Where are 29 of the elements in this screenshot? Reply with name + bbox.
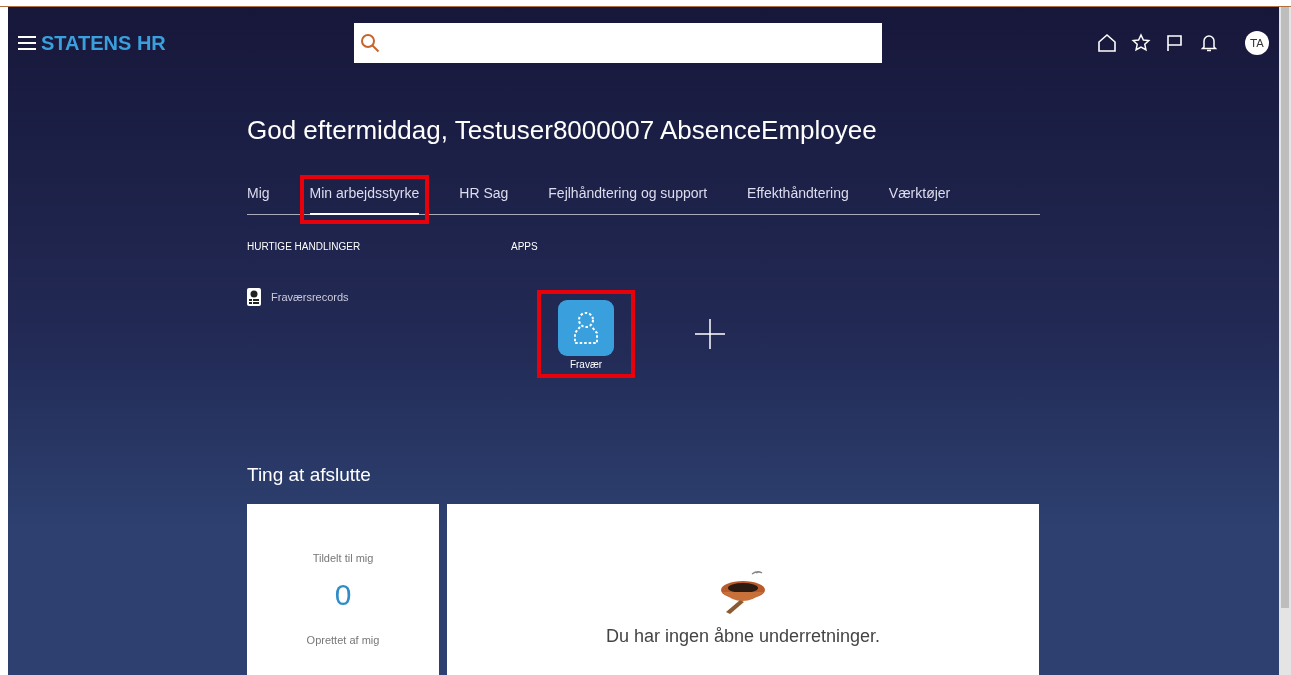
- section-heading: APPS: [511, 241, 539, 252]
- nav-tab[interactable]: Effekthåndtering: [747, 185, 849, 215]
- brand-logo[interactable]: STATENS HR: [41, 31, 166, 55]
- empty-message: Du har ingen åbne underretninger.: [605, 626, 881, 647]
- created-label: Oprettet af mig: [306, 634, 380, 646]
- star-icon[interactable]: [1131, 33, 1151, 53]
- user-avatar[interactable]: TA: [1245, 31, 1269, 55]
- search-icon: [360, 33, 380, 53]
- bell-icon[interactable]: [1199, 33, 1219, 53]
- nav-tab[interactable]: Min arbejdsstyrke: [309, 185, 420, 215]
- assigned-label: Tildelt til mig: [312, 552, 374, 564]
- nav-tab[interactable]: Mig: [247, 185, 270, 215]
- quick-action-link[interactable]: Fraværsrecords: [247, 288, 511, 306]
- nav-tab[interactable]: Fejlhåndtering og support: [548, 185, 708, 215]
- app-tile[interactable]: Fravær: [558, 300, 614, 370]
- home-icon[interactable]: [1097, 33, 1117, 53]
- id-card-icon: [247, 288, 261, 306]
- menu-icon[interactable]: [18, 36, 36, 50]
- search-field[interactable]: [354, 23, 882, 63]
- nav-tab[interactable]: Værktøjer: [888, 185, 951, 215]
- flag-icon[interactable]: [1165, 33, 1185, 53]
- section-title: Ting at afslutte: [247, 464, 372, 486]
- scrollbar-thumb[interactable]: [1281, 7, 1289, 609]
- greeting-title: God eftermiddag, Testuser8000007 AbsenceEmployee: [247, 115, 878, 146]
- add-icon[interactable]: [695, 319, 725, 349]
- person-icon: [558, 300, 614, 356]
- nav-tab[interactable]: HR Sag: [459, 185, 509, 215]
- assigned-count[interactable]: 0: [334, 578, 352, 612]
- section-heading: HURTIGE HANDLINGER: [247, 241, 362, 252]
